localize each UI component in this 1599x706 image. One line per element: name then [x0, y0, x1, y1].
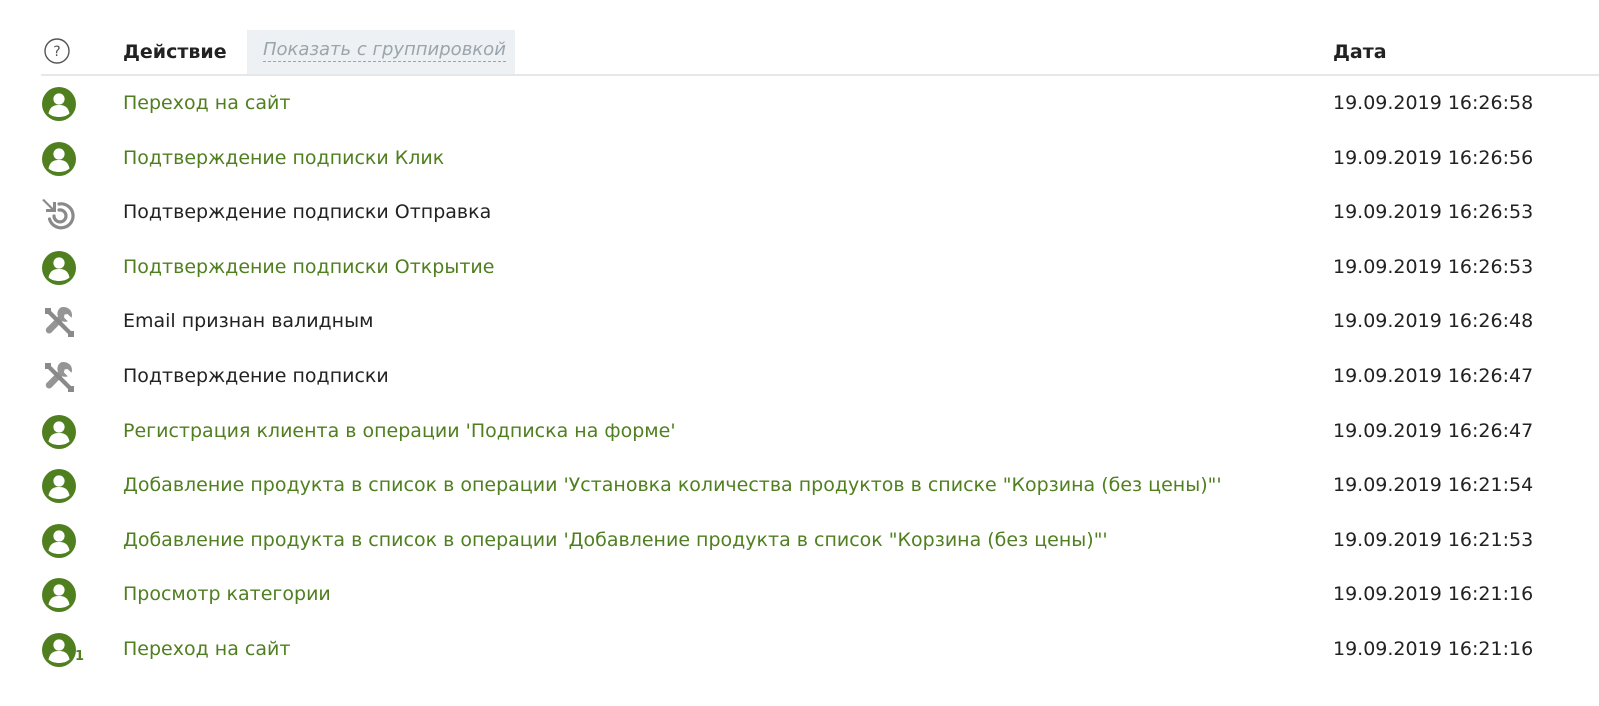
action-title[interactable]: Регистрация клиента в операции 'Подписка…: [123, 404, 676, 459]
action-date: 19.09.2019 16:26:47: [1333, 419, 1534, 442]
action-date: 19.09.2019 16:21:54: [1333, 474, 1534, 497]
action-date: 19.09.2019 16:26:47: [1333, 364, 1534, 387]
user-icon: [41, 523, 77, 559]
user-icon: [41, 250, 77, 286]
table-header: ? Действие Показать с группировкой Дата: [41, 30, 1599, 76]
action-title[interactable]: Добавление продукта в список в операции …: [123, 513, 1108, 568]
show-grouped-toggle[interactable]: Показать с группировкой: [247, 30, 515, 74]
table-row: Регистрация клиента в операции 'Подписка…: [41, 404, 1599, 459]
table-body: Переход на сайт 19.09.2019 16:26:58 Подтв…: [41, 76, 1599, 677]
table-row: Подтверждение подписки Клик 19.09.2019 16…: [41, 131, 1599, 186]
action-date: 19.09.2019 16:26:53: [1333, 255, 1534, 278]
action-date: 19.09.2019 16:21:16: [1333, 583, 1534, 606]
table-row: Подтверждение подписки 19.09.2019 16:26:4…: [41, 349, 1599, 404]
svg-text:?: ?: [53, 44, 60, 60]
tools-icon: [41, 359, 77, 395]
action-title[interactable]: Просмотр категории: [123, 567, 331, 622]
table-row: Просмотр категории 19.09.2019 16:21:16: [41, 567, 1599, 622]
user-icon: [41, 86, 77, 122]
column-header-date: Дата: [1333, 41, 1387, 63]
user-icon: [41, 468, 77, 504]
user-icon: [41, 414, 77, 450]
table-row: Добавление продукта в список в операции …: [41, 458, 1599, 513]
table-row: Переход на сайт 19.09.2019 16:26:58: [41, 76, 1599, 131]
table-row: Email признан валидным 19.09.2019 16:26:4…: [41, 294, 1599, 349]
show-grouped-label: Показать с группировкой: [263, 39, 506, 62]
mailing-icon: [41, 195, 77, 231]
action-date: 19.09.2019 16:26:56: [1333, 146, 1534, 169]
table-row: Подтверждение подписки Отправка 19.09.201…: [41, 185, 1599, 240]
action-title[interactable]: Подтверждение подписки Открытие: [123, 240, 494, 295]
action-title: Email признан валидным: [123, 310, 374, 333]
help-icon[interactable]: ?: [44, 38, 70, 64]
column-header-action: Действие: [123, 41, 227, 63]
count-badge: 1: [75, 648, 85, 664]
action-date: 19.09.2019 16:26:58: [1333, 92, 1534, 114]
user-icon: [41, 577, 77, 613]
action-title[interactable]: Добавление продукта в список в операции …: [123, 458, 1222, 513]
action-date: 19.09.2019 16:26:48: [1333, 310, 1534, 333]
action-title[interactable]: Переход на сайт: [123, 76, 290, 131]
action-history-table: ? Действие Показать с группировкой Дата …: [41, 30, 1599, 677]
user-icon: [41, 141, 77, 177]
action-date: 19.09.2019 16:21:16: [1333, 637, 1534, 660]
table-row: Добавление продукта в список в операции …: [41, 513, 1599, 568]
action-title[interactable]: Подтверждение подписки Клик: [123, 131, 444, 186]
table-row: Подтверждение подписки Открытие 19.09.201…: [41, 240, 1599, 295]
tools-icon: [41, 304, 77, 340]
user-icon: [41, 632, 77, 668]
action-title[interactable]: Переход на сайт: [123, 622, 290, 677]
action-title: Подтверждение подписки Отправка: [123, 201, 492, 224]
action-date: 19.09.2019 16:21:53: [1333, 528, 1534, 551]
action-date: 19.09.2019 16:26:53: [1333, 201, 1534, 224]
action-title: Подтверждение подписки: [123, 364, 389, 387]
table-row: 1 Переход на сайт 19.09.2019 16:21:16: [41, 622, 1599, 677]
